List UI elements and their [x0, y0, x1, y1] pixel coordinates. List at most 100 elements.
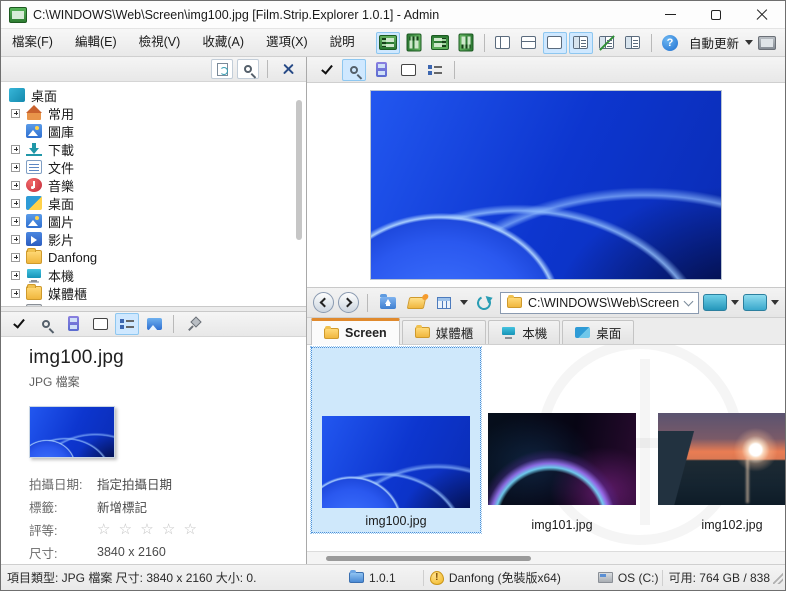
rating-stars[interactable]: ☆ ☆ ☆ ☆ ☆: [97, 520, 199, 538]
expand-icon[interactable]: [11, 199, 20, 208]
preview-image[interactable]: [370, 90, 722, 280]
split-horizontal-button[interactable]: [517, 32, 541, 54]
tree-panel-off-button[interactable]: [595, 32, 619, 54]
tree-item-danfong[interactable]: Danfong: [1, 248, 306, 266]
tab-libraries[interactable]: 媒體櫃: [402, 320, 487, 344]
expand-icon[interactable]: [11, 235, 20, 244]
tree-item-videos[interactable]: 影片: [1, 230, 306, 248]
screen-capture-icon: [758, 36, 776, 50]
refresh-button[interactable]: [472, 292, 496, 314]
expand-icon[interactable]: [11, 163, 20, 172]
horizontal-scrollbar[interactable]: [307, 551, 785, 564]
details-view-button[interactable]: [115, 313, 139, 335]
display-caret-1-icon[interactable]: [731, 300, 739, 305]
expand-icon[interactable]: [11, 271, 20, 280]
menu-edit[interactable]: 編輯(E): [64, 29, 128, 56]
file-tile[interactable]: img102.jpg: [658, 413, 785, 532]
expand-icon[interactable]: [11, 253, 20, 262]
tree-item-home[interactable]: 常用: [1, 104, 306, 122]
minimize-button[interactable]: [647, 1, 693, 28]
expand-icon[interactable]: [11, 145, 20, 154]
search-folder-button[interactable]: [237, 59, 259, 79]
details-view-button[interactable]: [423, 59, 447, 81]
menu-options[interactable]: 選項(X): [255, 29, 319, 56]
display-button-1[interactable]: [703, 294, 727, 311]
file-browser: img100.jpg img101.jpg img102.jpg: [307, 345, 785, 564]
forward-button[interactable]: [338, 292, 359, 313]
tree-item-downloads[interactable]: 下載: [1, 140, 306, 158]
tab-desktop[interactable]: 桌面: [562, 320, 634, 344]
filmstrip-view-button[interactable]: [61, 313, 85, 335]
menu-help[interactable]: 說明: [319, 29, 366, 56]
help-button[interactable]: ?: [658, 32, 682, 54]
menu-file[interactable]: 檔案(F): [1, 29, 64, 56]
frame-view-button[interactable]: [88, 313, 112, 335]
maximize-button[interactable]: [693, 1, 739, 28]
tree-panel-button[interactable]: [569, 32, 593, 54]
file-tile[interactable]: img101.jpg: [488, 413, 636, 532]
close-button[interactable]: [739, 1, 785, 28]
view-mode-caret-icon[interactable]: [460, 300, 468, 305]
field-value[interactable]: 新增標記: [97, 497, 147, 516]
filmstrip-bottom-button[interactable]: [428, 32, 452, 54]
display-button-2[interactable]: [743, 294, 767, 311]
expand-icon[interactable]: [11, 289, 20, 298]
close-tree-button[interactable]: [276, 58, 300, 80]
tree-item-this-pc[interactable]: 本機: [1, 266, 306, 284]
expand-icon[interactable]: [11, 217, 20, 226]
file-tile-selected[interactable]: img100.jpg: [311, 347, 481, 533]
info-thumbnail[interactable]: [29, 406, 115, 458]
file-thumbnail: [322, 416, 470, 508]
display-caret-2-icon[interactable]: [771, 300, 779, 305]
select-button[interactable]: [315, 59, 339, 81]
tree-item-label: 音樂: [48, 176, 74, 195]
back-button[interactable]: [313, 292, 334, 313]
folder-up-button[interactable]: [376, 292, 400, 314]
chevron-down-icon[interactable]: [684, 296, 694, 306]
tab-screen[interactable]: Screen: [311, 318, 400, 345]
view-mode-button[interactable]: [432, 292, 456, 314]
select-button[interactable]: [7, 313, 31, 335]
tree-item-pictures[interactable]: 圖片: [1, 212, 306, 230]
filmstrip-left-button[interactable]: [376, 32, 400, 54]
scrollbar-thumb[interactable]: [326, 556, 531, 561]
frame-view-button[interactable]: [396, 59, 420, 81]
videos-icon: [26, 232, 42, 246]
tree-item-ventoy[interactable]: Ventoy 512G (I:): [1, 302, 306, 305]
field-value[interactable]: 指定拍攝日期: [97, 474, 172, 493]
split-vertical-button[interactable]: [491, 32, 515, 54]
tree-item-desktop[interactable]: 桌面: [1, 194, 306, 212]
filmstrip-right-button[interactable]: [454, 32, 478, 54]
tree-item-music[interactable]: 音樂: [1, 176, 306, 194]
image-view-button[interactable]: [142, 313, 166, 335]
expand-icon[interactable]: [11, 181, 20, 190]
tree-item-desktop-root[interactable]: 桌面: [1, 86, 306, 104]
zoom-view-button[interactable]: [342, 59, 366, 81]
toolbar-separator: [267, 60, 268, 78]
auto-update-label[interactable]: 自動更新: [689, 33, 739, 52]
single-pane-icon: [547, 36, 562, 49]
right-panel: C:\WINDOWS\Web\Screen\ Screen 媒體櫃 本機 桌面 …: [307, 57, 785, 564]
tree-item-label: 桌面: [48, 194, 74, 213]
tree-scrollbar[interactable]: [296, 100, 302, 240]
pin-panel-button[interactable]: [181, 313, 205, 335]
open-folder-button[interactable]: [404, 292, 428, 314]
screenshot-button[interactable]: [755, 32, 779, 54]
filmstrip-top-button[interactable]: [402, 32, 426, 54]
detail-panel-button[interactable]: [621, 32, 645, 54]
expand-icon[interactable]: [11, 109, 20, 118]
menu-view[interactable]: 檢視(V): [128, 29, 192, 56]
refresh-tree-button[interactable]: [211, 59, 233, 79]
tree-item-libraries[interactable]: 媒體櫃: [1, 284, 306, 302]
single-pane-button[interactable]: [543, 32, 567, 54]
auto-update-caret-icon[interactable]: [745, 40, 753, 45]
tab-this-pc[interactable]: 本機: [488, 320, 560, 344]
menu-favorites[interactable]: 收藏(A): [191, 29, 255, 56]
tree-item-documents[interactable]: 文件: [1, 158, 306, 176]
path-combobox[interactable]: C:\WINDOWS\Web\Screen\: [500, 292, 699, 314]
resize-grip[interactable]: [773, 572, 783, 584]
zoom-view-button[interactable]: [34, 313, 58, 335]
tree-item-gallery[interactable]: 圖庫: [1, 122, 306, 140]
refresh-icon: [475, 294, 493, 312]
filmstrip-view-button[interactable]: [369, 59, 393, 81]
